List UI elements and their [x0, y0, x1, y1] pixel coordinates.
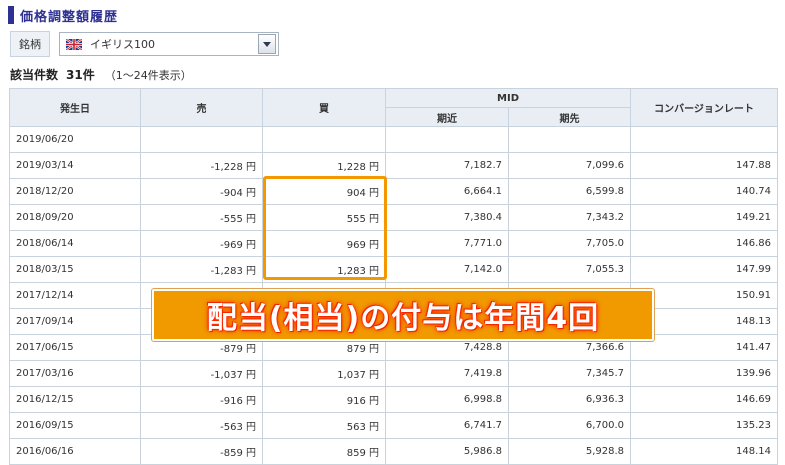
cell-buy [262, 126, 386, 153]
cell-far: 6,936.3 [507, 386, 632, 413]
cell-buy: 1,037 円 [262, 360, 386, 387]
cell-date: 2017/03/16 [9, 360, 141, 387]
cell-near: 7,182.7 [385, 152, 509, 179]
cell-sell: -969 円 [140, 230, 263, 257]
cell-far: 7,345.7 [507, 360, 632, 387]
cell-sell: -859 円 [140, 438, 263, 465]
header-sell: 売 [140, 88, 263, 127]
cell-far: 7,099.6 [507, 152, 632, 179]
table-row: 2016/12/15 -916 円 916 円 6,998.8 6,936.3 146.6… [9, 386, 779, 413]
cell-date: 2018/09/20 [9, 204, 141, 231]
cell-near [385, 126, 509, 153]
cell-near: 7,419.8 [385, 360, 509, 387]
header-mid-near: 期近 [385, 107, 509, 127]
buy-column-highlight [263, 176, 387, 280]
cell-far: 7,705.0 [507, 230, 632, 257]
cell-date: 2019/03/14 [9, 152, 141, 179]
page-header: 価格調整額履歴 [8, 6, 119, 25]
cell-rate: 147.88 [630, 152, 779, 179]
result-count-label: 該当件数 [10, 68, 59, 82]
cell-buy: 916 円 [262, 386, 386, 413]
price-adjustment-table: 発生日 売 買 MID コンバージョンレート 期近 期先 2019/06/20 2… [9, 88, 779, 465]
cell-far: 7,055.3 [507, 256, 632, 283]
cell-near: 7,380.4 [385, 204, 509, 231]
cell-rate: 149.21 [630, 204, 779, 231]
cell-buy: 1,228 円 [262, 152, 386, 179]
cell-date: 2017/09/14 [9, 308, 141, 335]
cell-rate: 146.69 [630, 386, 779, 413]
cell-sell [140, 126, 263, 153]
symbol-filter-label: 銘柄 [10, 31, 50, 57]
cell-far: 7,343.2 [507, 204, 632, 231]
annotation-banner: 配当(相当)の付与は年間4回 [152, 289, 654, 341]
cell-sell: -1,037 円 [140, 360, 263, 387]
cell-date: 2018/06/14 [9, 230, 141, 257]
cell-near: 5,986.8 [385, 438, 509, 465]
cell-far [507, 126, 632, 153]
cell-rate: 148.14 [630, 438, 779, 465]
cell-near: 6,741.7 [385, 412, 509, 439]
table-row: 2019/03/14 -1,228 円 1,228 円 7,182.7 7,099.6 1… [9, 152, 779, 179]
table-row: 2018/06/14 -969 円 969 円 7,771.0 7,705.0 146.8… [9, 230, 779, 257]
chevron-down-icon[interactable] [258, 34, 276, 54]
cell-date: 2018/03/15 [9, 256, 141, 283]
result-count-value: 31件 [66, 68, 95, 82]
result-count-note: （1～24件表示） [104, 69, 192, 82]
cell-sell: -1,228 円 [140, 152, 263, 179]
table-row: 2018/03/15 -1,283 円 1,283 円 7,142.0 7,055.3 1… [9, 256, 779, 283]
cell-date: 2016/06/16 [9, 438, 141, 465]
cell-date: 2019/06/20 [9, 126, 141, 153]
title-accent-bar [8, 6, 14, 24]
cell-date: 2017/12/14 [9, 282, 141, 309]
cell-rate: 139.96 [630, 360, 779, 387]
uk-flag-icon [66, 38, 82, 50]
header-conversion-rate: コンバージョンレート [630, 88, 779, 127]
cell-rate: 140.74 [630, 178, 779, 205]
cell-near: 7,142.0 [385, 256, 509, 283]
table-row: 2016/06/16 -859 円 859 円 5,986.8 5,928.8 148.1… [9, 438, 779, 465]
page-title: 価格調整額履歴 [20, 9, 119, 25]
header-mid-far: 期先 [507, 107, 632, 127]
cell-sell: -563 円 [140, 412, 263, 439]
symbol-select[interactable]: イギリス100 [59, 32, 279, 56]
cell-sell: -555 円 [140, 204, 263, 231]
cell-sell: -1,283 円 [140, 256, 263, 283]
cell-near: 7,771.0 [385, 230, 509, 257]
cell-rate: 147.99 [630, 256, 779, 283]
header-date: 発生日 [9, 88, 141, 127]
symbol-filter: 銘柄 イギリス100 [10, 31, 279, 57]
cell-rate: 146.86 [630, 230, 779, 257]
cell-near: 6,998.8 [385, 386, 509, 413]
cell-rate: 135.23 [630, 412, 779, 439]
cell-sell: -904 円 [140, 178, 263, 205]
header-buy: 買 [262, 88, 386, 127]
cell-buy: 859 円 [262, 438, 386, 465]
cell-far: 6,700.0 [507, 412, 632, 439]
cell-buy: 563 円 [262, 412, 386, 439]
cell-date: 2016/12/15 [9, 386, 141, 413]
table-row: 2017/03/16 -1,037 円 1,037 円 7,419.8 7,345.7 1… [9, 360, 779, 387]
cell-sell: -916 円 [140, 386, 263, 413]
header-mid: MID [384, 88, 632, 108]
cell-far: 5,928.8 [507, 438, 632, 465]
annotation-banner-text: 配当(相当)の付与は年間4回 [206, 301, 600, 336]
cell-far: 6,599.8 [507, 178, 632, 205]
cell-date: 2016/09/15 [9, 412, 141, 439]
table-row: 2016/09/15 -563 円 563 円 6,741.7 6,700.0 135.2… [9, 412, 779, 439]
table-row: 2019/06/20 [9, 126, 779, 153]
result-count: 該当件数 31件 （1～24件表示） [10, 66, 192, 83]
cell-rate [630, 126, 779, 153]
cell-date: 2017/06/15 [9, 334, 141, 361]
symbol-select-value: イギリス100 [90, 38, 155, 51]
cell-near: 6,664.1 [385, 178, 509, 205]
table-row: 2018/09/20 -555 円 555 円 7,380.4 7,343.2 149.2… [9, 204, 779, 231]
cell-date: 2018/12/20 [9, 178, 141, 205]
table-row: 2018/12/20 -904 円 904 円 6,664.1 6,599.8 140.7… [9, 178, 779, 205]
